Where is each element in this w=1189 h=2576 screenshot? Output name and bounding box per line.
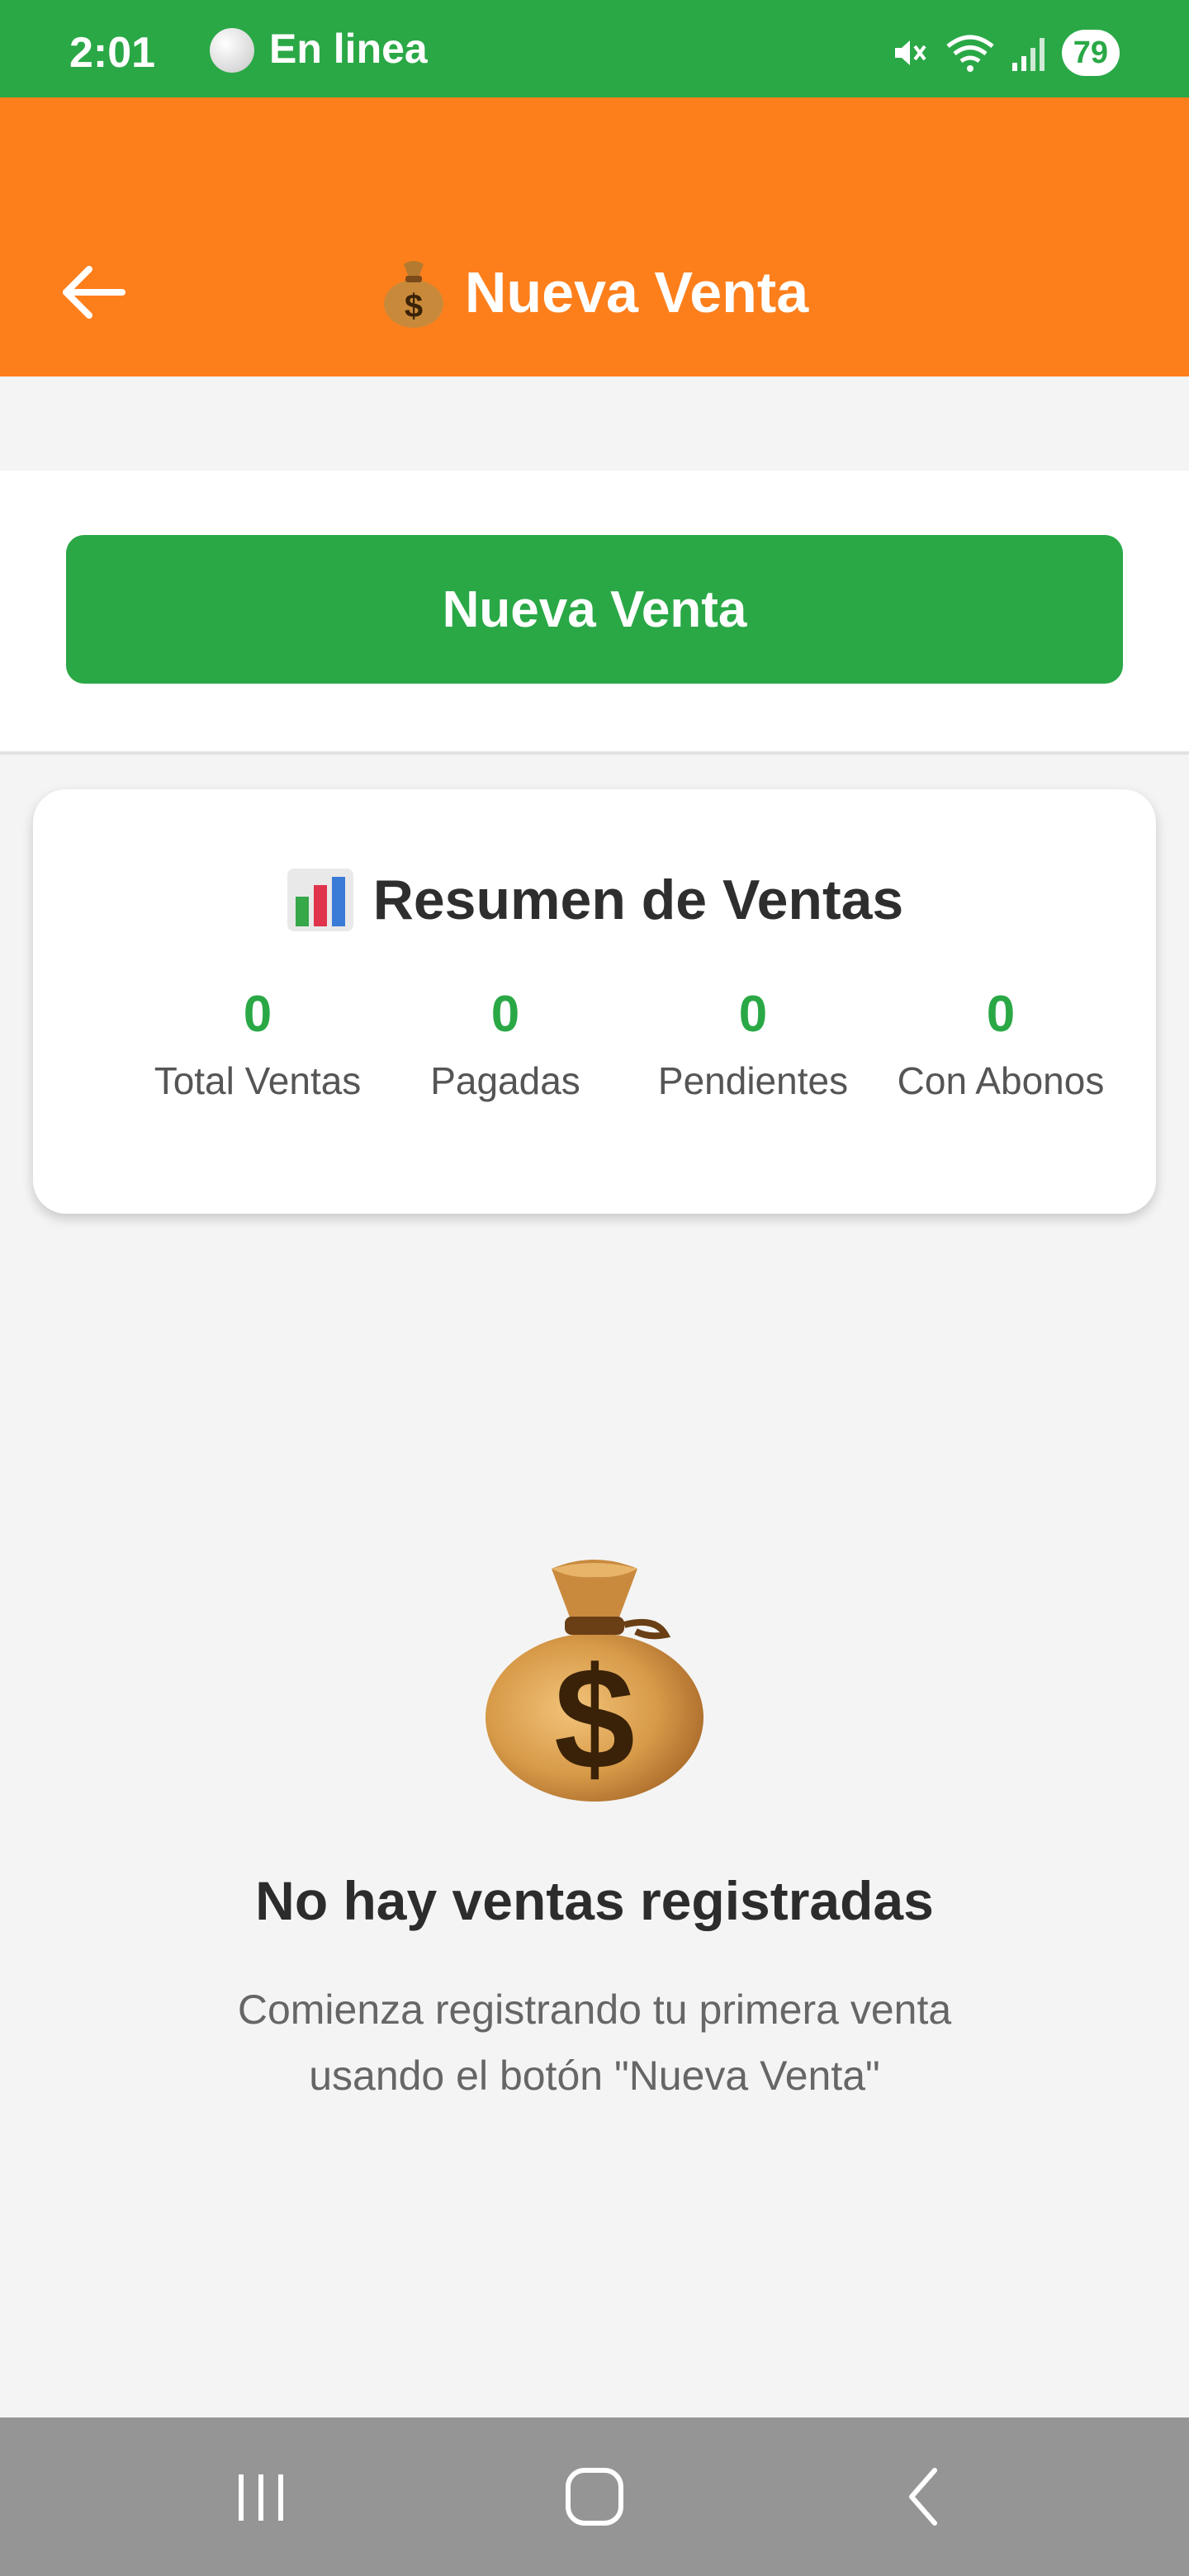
- stat-con-abonos: 0 Con Abonos: [877, 984, 1125, 1103]
- stat-value: 0: [243, 986, 272, 1043]
- signal-icon: [1011, 38, 1045, 71]
- online-status-label: En linea: [269, 26, 428, 72]
- app-bar: $ Nueva Venta: [0, 97, 1189, 376]
- battery-icon: 79: [1061, 30, 1120, 76]
- status-time: 2:01: [69, 29, 156, 77]
- recent-apps-button[interactable]: [211, 2451, 310, 2543]
- home-icon: [566, 2468, 623, 2526]
- back-icon: [909, 2468, 937, 2526]
- system-back-button[interactable]: [875, 2451, 974, 2543]
- stat-label: Total Ventas: [154, 1059, 362, 1102]
- system-nav-bar: [0, 2417, 1189, 2576]
- empty-state-subtitle: Comienza registrando tu primera venta us…: [0, 1977, 1189, 2109]
- mute-vibrate-icon: [894, 40, 926, 65]
- svg-text:$: $: [405, 288, 423, 324]
- stat-value: 0: [738, 986, 768, 1043]
- stat-value: 0: [490, 986, 520, 1043]
- svg-text:$: $: [554, 1638, 635, 1800]
- stat-label: Pendientes: [657, 1059, 849, 1102]
- empty-state-title: No hay ventas registradas: [255, 1870, 934, 1931]
- stat-label: Pagadas: [430, 1059, 580, 1102]
- stat-label: Con Abonos: [897, 1059, 1105, 1102]
- stat-total-ventas: 0 Total Ventas: [134, 984, 381, 1103]
- summary-title-text: Resumen de Ventas: [372, 869, 904, 931]
- status-icons: 79: [890, 28, 1120, 78]
- bar-chart-icon: [287, 869, 353, 931]
- stat-pagadas: 0 Pagadas: [381, 984, 629, 1103]
- page-title: $ Nueva Venta: [0, 251, 1189, 334]
- stat-value: 0: [986, 986, 1016, 1043]
- home-button[interactable]: [545, 2451, 644, 2543]
- empty-state-subtitle-line1: Comienza registrando tu primera venta: [237, 1986, 952, 2033]
- money-bag-icon: $: [383, 261, 443, 328]
- page-title-text: Nueva Venta: [464, 260, 809, 324]
- empty-state-subtitle-line2: usando el botón "Nueva Venta": [309, 2053, 880, 2099]
- online-dot-icon: [210, 28, 254, 73]
- new-sale-button[interactable]: Nueva Venta: [66, 535, 1123, 684]
- recent-apps-icon: [239, 2474, 283, 2521]
- action-panel: Nueva Venta: [0, 471, 1189, 755]
- money-bag-icon: $: [486, 1560, 703, 1802]
- status-bar: 2:01 En linea 79: [0, 0, 1189, 97]
- stat-pendientes: 0 Pendientes: [629, 984, 877, 1103]
- sales-summary-card: Resumen de Ventas 0 Total Ventas 0 Pagad…: [33, 789, 1156, 1214]
- summary-title: Resumen de Ventas: [33, 859, 1156, 941]
- wifi-icon: [946, 35, 994, 72]
